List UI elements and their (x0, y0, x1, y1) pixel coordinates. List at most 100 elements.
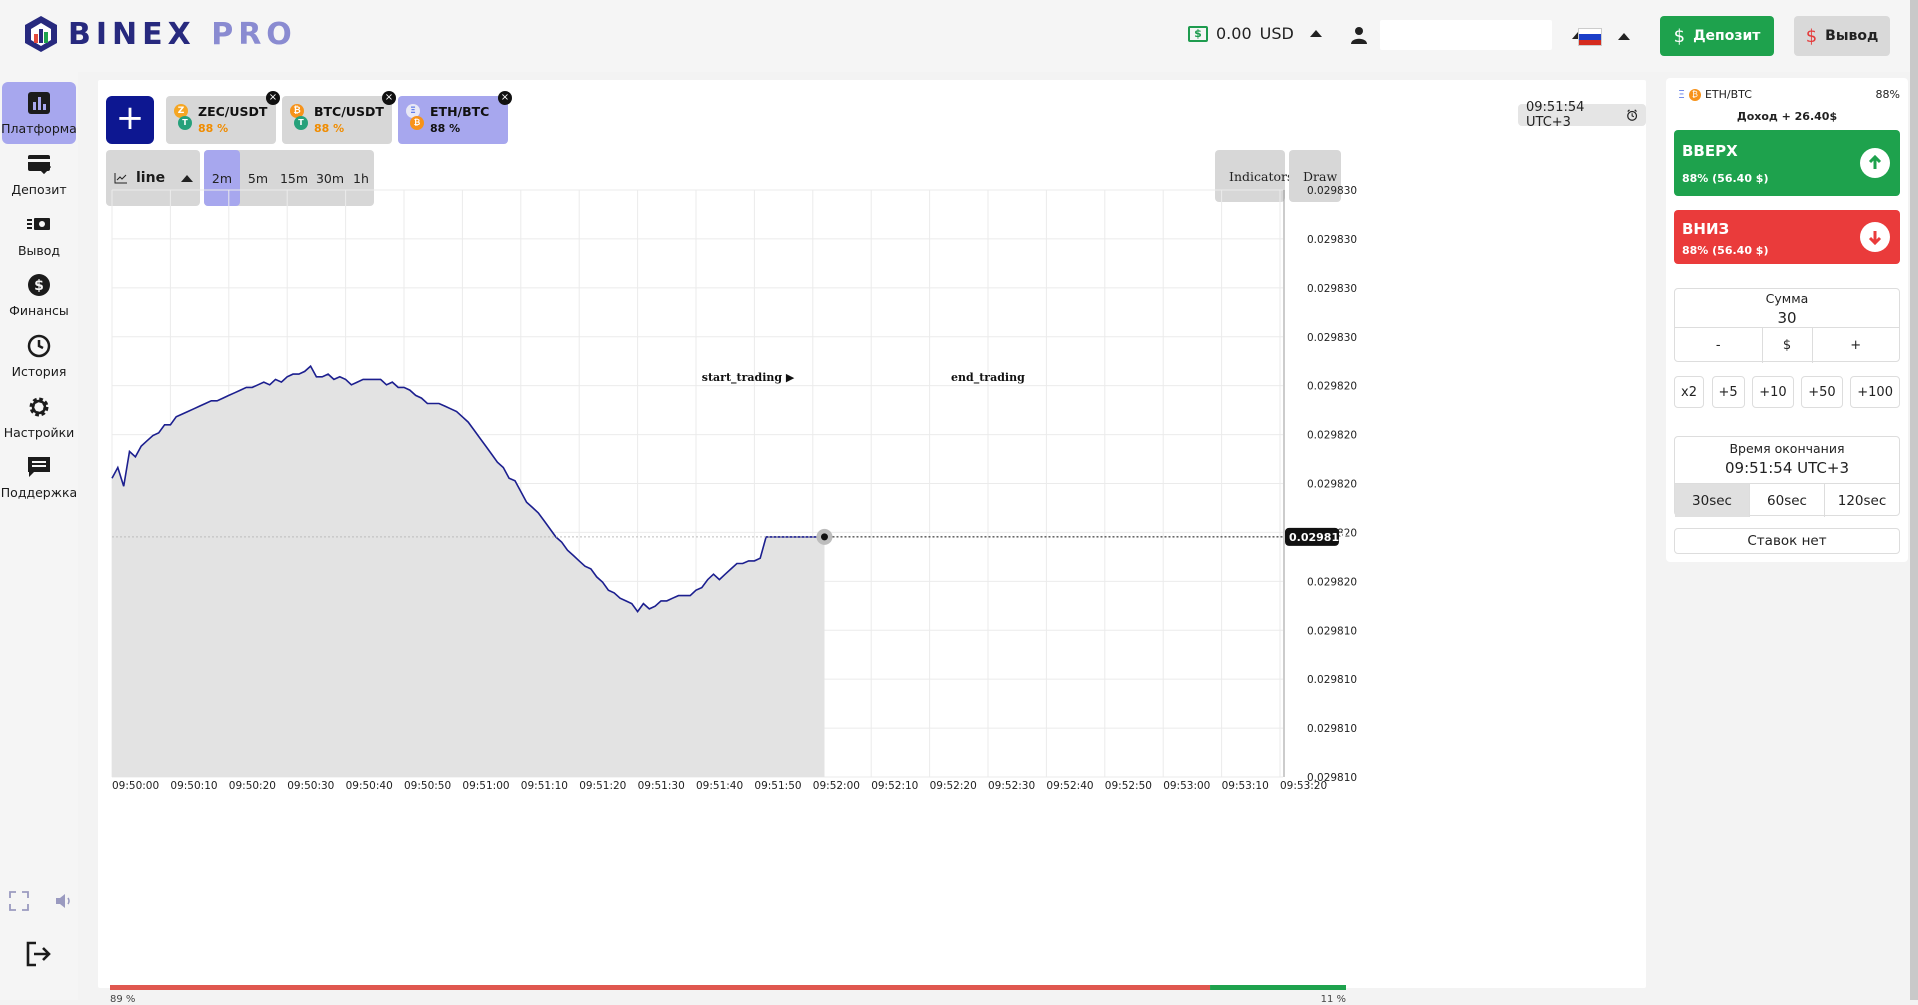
x-tick-label: 09:50:40 (346, 780, 393, 792)
quick-plus100-button[interactable]: +100 (1850, 376, 1900, 408)
sidebar-item-support[interactable]: Поддержка (0, 446, 78, 508)
clock-icon (27, 334, 51, 357)
x-tick-label: 09:52:30 (988, 780, 1035, 792)
dollar-circle-icon: $ (28, 273, 50, 296)
x-tick-label: 09:52:20 (930, 780, 977, 792)
deposit-button[interactable]: $ Депозит (1660, 16, 1774, 56)
panel-income: Доход + 26.40$ (1736, 110, 1838, 123)
x-tick-label: 09:53:10 (1222, 780, 1269, 792)
sidebar-item-label: Платформа (1, 120, 77, 136)
y-tick-label: 0.029820 (1307, 576, 1357, 588)
sidebar-item-label: История (11, 363, 67, 379)
down-payout: 88% (56.40 $) (1682, 244, 1769, 257)
sidebar-item-settings[interactable]: Настройки (2, 386, 76, 448)
sidebar-item-finance[interactable]: $ Финансы (2, 264, 76, 326)
amount-controls: - $ + (1675, 327, 1899, 363)
quick-amount-buttons: x2 +5 +10 +50 +100 (1674, 376, 1900, 408)
x-tick-label: 09:51:10 (521, 780, 568, 792)
end-trading-marker: end_trading (951, 371, 1025, 385)
x-tick-label: 09:51:50 (754, 780, 801, 792)
up-button[interactable]: ВВЕРХ 88% (56.40 $) (1674, 130, 1900, 196)
sidebar-item-platform[interactable]: Платформа (1, 82, 77, 144)
sidebar-bottom-tools (8, 890, 74, 912)
page-scrollbar[interactable] (1910, 0, 1918, 1000)
sidebar-item-history[interactable]: История (2, 325, 76, 387)
sidebar: Платформа Депозит Вывод $ Финансы Истори… (0, 72, 78, 1000)
trade-panel: Ξ ₿ ETH/BTC 88% Доход + 26.40$ ВВЕРХ 88%… (1666, 78, 1908, 562)
expiry-30sec-button[interactable]: 30sec (1675, 484, 1750, 517)
bar-chart-icon (28, 91, 50, 114)
balance-selector[interactable]: $ 0.00 USD (1188, 24, 1322, 43)
current-price-dot (820, 533, 828, 541)
x-tick-label: 09:52:10 (871, 780, 918, 792)
withdraw-label: Вывод (1825, 28, 1879, 44)
x-tick-label: 09:51:40 (696, 780, 743, 792)
arrow-up-icon (1860, 148, 1890, 178)
balance-currency: USD (1259, 24, 1294, 43)
expiry-box: Время окончания 09:51:54 UTC+3 30sec 60s… (1674, 436, 1900, 517)
current-price-label: 0.029818 (1289, 531, 1347, 544)
x-tick-label: 09:51:20 (579, 780, 626, 792)
series-area (112, 366, 825, 777)
expiry-options: 30sec 60sec 120sec (1675, 483, 1899, 517)
no-bets-status: Ставок нет (1674, 528, 1900, 554)
sentiment-down-fill (1210, 985, 1346, 990)
btc-coin-icon: ₿ (1688, 88, 1701, 101)
money-icon: $ (1188, 25, 1208, 42)
down-button[interactable]: ВНИЗ 88% (56.40 $) (1674, 210, 1900, 264)
logo[interactable]: BINEX PRO (22, 14, 297, 54)
y-tick-label: 0.029830 (1307, 332, 1357, 344)
y-tick-label: 0.029820 (1307, 381, 1357, 393)
expiry-label: Время окончания (1729, 441, 1845, 456)
expiry-120sec-button[interactable]: 120sec (1825, 484, 1899, 517)
x-tick-label: 09:53:20 (1280, 780, 1327, 792)
x-tick-label: 09:51:00 (462, 780, 509, 792)
chat-icon (28, 456, 50, 477)
amount-decrease-button[interactable]: - (1675, 328, 1763, 363)
x-tick-label: 09:50:00 (112, 780, 159, 792)
user-menu[interactable] (1350, 20, 1584, 50)
amount-input[interactable]: 30 (1675, 309, 1899, 327)
y-tick-label: 0.029820 (1307, 430, 1357, 442)
y-tick-label: 0.029830 (1307, 234, 1357, 246)
sidebar-item-withdraw[interactable]: Вывод (2, 204, 76, 266)
start-trading-marker: start_trading ▶ (702, 371, 795, 385)
y-tick-label: 0.029810 (1307, 674, 1357, 686)
caret-up-icon[interactable] (1618, 33, 1630, 40)
dollar-icon: $ (1805, 25, 1818, 47)
fullscreen-icon[interactable] (8, 890, 30, 912)
x-tick-label: 09:51:30 (638, 780, 685, 792)
sidebar-item-deposit[interactable]: Депозит (2, 143, 76, 205)
user-name-field (1380, 20, 1552, 50)
language-flag-icon[interactable] (1578, 28, 1602, 46)
panel-asset: Ξ ₿ ETH/BTC (1678, 88, 1752, 101)
up-label: ВВЕРХ (1682, 142, 1738, 160)
sidebar-item-label: Поддержка (0, 484, 78, 500)
amount-label: Сумма (1765, 291, 1809, 306)
price-chart[interactable]: 0.029830 0.029830 0.029830 0.029830 0.029820… (98, 80, 1646, 985)
withdraw-button[interactable]: $ Вывод (1794, 16, 1890, 56)
caret-up-icon (1309, 30, 1322, 37)
sidebar-item-label: Настройки (3, 424, 75, 440)
gear-icon (29, 397, 49, 416)
y-tick-label: 0.029830 (1307, 185, 1357, 197)
logout-icon[interactable] (24, 940, 52, 968)
sound-icon[interactable] (52, 890, 74, 912)
panel-pair: ETH/BTC (1704, 88, 1752, 101)
x-tick-label: 09:52:00 (813, 780, 860, 792)
y-tick-label: 0.029820 (1307, 479, 1357, 491)
panel-payout: 88% (1875, 88, 1900, 101)
quick-x2-button[interactable]: x2 (1674, 376, 1704, 408)
y-tick-label: 0.029810 (1307, 625, 1357, 637)
quick-plus5-button[interactable]: +5 (1711, 376, 1745, 408)
quick-plus50-button[interactable]: +50 (1801, 376, 1843, 408)
expiry-60sec-button[interactable]: 60sec (1750, 484, 1825, 517)
user-icon (1351, 27, 1367, 44)
logo-text: BINEX PRO (68, 16, 297, 52)
amount-increase-button[interactable]: + (1813, 328, 1900, 363)
quick-plus10-button[interactable]: +10 (1752, 376, 1794, 408)
currency-toggle-button[interactable]: $ (1763, 328, 1813, 363)
x-tick-label: 09:52:40 (1046, 780, 1093, 792)
balance-amount: 0.00 (1216, 24, 1252, 43)
y-tick-label: 0.029810 (1307, 723, 1357, 735)
